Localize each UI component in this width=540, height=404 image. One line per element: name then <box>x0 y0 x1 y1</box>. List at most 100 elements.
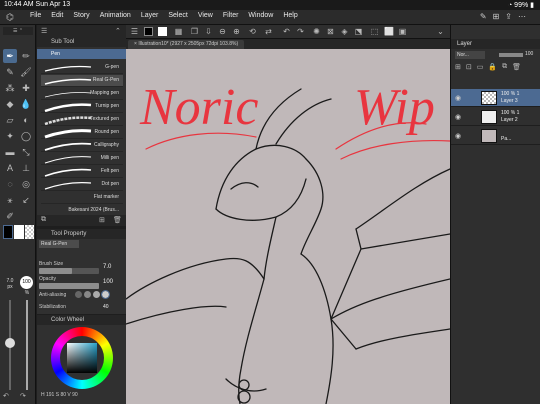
layers-toggle-icon[interactable]: ❐ <box>190 27 199 36</box>
deselect-icon[interactable]: ⬜ <box>384 27 394 36</box>
main-color-chip[interactable] <box>3 225 13 239</box>
airbrush-tool-icon[interactable]: ⁂ <box>3 81 17 95</box>
more-icon[interactable]: ⋯ <box>518 12 532 21</box>
layer-row-3[interactable]: ◉ 100 % 1 Layer 3 <box>451 89 540 107</box>
main-color-swatch[interactable] <box>144 27 153 36</box>
brush-item-flat-marker[interactable]: Flat marker <box>41 192 123 204</box>
visibility-eye-icon[interactable]: ◉ <box>455 132 461 140</box>
redo-icon[interactable]: ↷ <box>296 27 305 36</box>
size-slider-thumb[interactable] <box>5 338 15 348</box>
brush-item-textured-pen[interactable]: Textured pen <box>41 114 123 126</box>
blend-mode-select[interactable]: Nor... <box>455 51 485 59</box>
menu-edit[interactable]: Edit <box>51 12 63 19</box>
pen-tool-icon[interactable]: ✒ <box>3 49 17 63</box>
clip-icon[interactable]: ⧉ <box>502 63 507 71</box>
brush-item-felt-pen[interactable]: Felt pen <box>41 166 123 178</box>
import-icon[interactable]: ⇩ <box>204 27 213 36</box>
flip-icon[interactable]: ⇄ <box>264 27 273 36</box>
operation-tool-icon[interactable]: ✐ <box>3 209 17 223</box>
copy-subtool-icon[interactable]: ⧉ <box>41 216 46 224</box>
eraser-tool-icon[interactable]: ▱ <box>3 113 17 127</box>
grid-icon[interactable]: ⊞ <box>493 12 506 21</box>
ruler-tool-icon[interactable]: ⚹ <box>3 193 17 207</box>
clear-icon[interactable]: ⊠ <box>326 27 335 36</box>
aa-none-option[interactable] <box>75 291 82 298</box>
balloon-tool-icon[interactable]: ◌ <box>3 177 17 191</box>
menu-file[interactable]: File <box>30 12 41 19</box>
lasso-tool-icon[interactable]: ◯ <box>19 129 33 143</box>
menu-window[interactable]: Window <box>248 12 273 19</box>
gradient-tool-icon[interactable]: ▬ <box>3 145 17 159</box>
menu-help[interactable]: Help <box>283 12 297 19</box>
menu-animation[interactable]: Animation <box>100 12 131 19</box>
saturation-value-square[interactable] <box>67 343 97 373</box>
new-folder-icon[interactable]: ▭ <box>477 63 484 71</box>
liquify-tool-icon[interactable]: ◐ <box>19 113 33 127</box>
zoom-out-icon[interactable]: ⊖ <box>218 27 227 36</box>
decoration-tool-icon[interactable]: ✚ <box>19 81 33 95</box>
add-subtool-icon[interactable]: ⊞ <box>99 216 105 224</box>
fill-icon[interactable]: ◈ <box>340 27 349 36</box>
visibility-eye-icon[interactable]: ◉ <box>455 94 461 102</box>
brush-tool-icon[interactable]: 🖌 <box>19 65 33 79</box>
transparent-swatch-icon[interactable]: ▦ <box>174 27 183 36</box>
app-logo-icon[interactable]: ⌬ <box>6 12 20 23</box>
eyedropper-tool-icon[interactable]: ✏ <box>19 49 33 63</box>
opacity-slider[interactable] <box>39 283 99 289</box>
correct-line-tool-icon[interactable]: ↙ <box>19 193 33 207</box>
transparent-color-chip[interactable] <box>25 225 34 239</box>
undo-icon[interactable]: ↶ <box>282 27 291 36</box>
sub-color-chip[interactable] <box>14 225 24 239</box>
brush-item-real-g-pen[interactable]: Real G-Pen <box>41 75 123 87</box>
menu-select[interactable]: Select <box>168 12 187 19</box>
layer-row-2[interactable]: ◉ 100 % 1 Layer 2 <box>451 108 540 126</box>
undo-small-icon[interactable]: ↶ <box>3 392 9 400</box>
brush-item-dot-pen[interactable]: Dot pen <box>41 179 123 191</box>
canvas-tab[interactable]: × Illustration10* (2927 x 2505px 72dpi 1… <box>128 40 245 49</box>
drawing-canvas[interactable]: Noric Wip <box>126 49 450 404</box>
zoom-in-icon[interactable]: ⊕ <box>232 27 241 36</box>
lock-icon[interactable]: 🔒 <box>488 63 497 71</box>
redo-small-icon[interactable]: ↷ <box>20 392 26 400</box>
new-raster-layer-icon[interactable]: ⊞ <box>455 63 461 71</box>
invert-selection-icon[interactable]: ▣ <box>398 27 407 36</box>
text-tool-icon[interactable]: A <box>3 161 17 175</box>
hue-ring[interactable] <box>51 327 113 389</box>
layer-opacity-slider[interactable] <box>499 53 523 57</box>
rotate-icon[interactable]: ⟲ <box>248 27 257 36</box>
marker-tool-icon[interactable]: ✎ <box>3 65 17 79</box>
brush-item-calligraphy[interactable]: Calligraphy <box>41 140 123 152</box>
transform-icon[interactable]: ⬔ <box>354 27 363 36</box>
new-vector-layer-icon[interactable]: ⊡ <box>466 63 472 71</box>
chevron-down-icon[interactable]: ⌄ <box>436 27 445 36</box>
share-icon[interactable]: ⇪ <box>505 12 518 21</box>
menu-story[interactable]: Story <box>73 12 89 19</box>
brush-item-g-pen[interactable]: G-pen <box>41 62 123 74</box>
menu-view[interactable]: View <box>198 12 213 19</box>
aa-weak-option[interactable] <box>84 291 91 298</box>
move-tool-icon[interactable]: ⤡ <box>19 145 33 159</box>
delete-layer-icon[interactable]: 🗑 <box>512 63 521 71</box>
aa-medium-option[interactable] <box>93 291 100 298</box>
delete-subtool-icon[interactable]: 🗑 <box>113 216 122 224</box>
frame-tool-icon[interactable]: ◎ <box>19 177 33 191</box>
auto-select-tool-icon[interactable]: ✦ <box>3 129 17 143</box>
brush-item-mapping-pen[interactable]: Mapping pen <box>41 88 123 100</box>
brush-item-milli-pen[interactable]: Milli pen <box>41 153 123 165</box>
sub-tool-group-tab[interactable]: Pen <box>37 49 126 59</box>
selection-icon[interactable]: ⬚ <box>370 27 379 36</box>
figure-tool-icon[interactable]: ⊥ <box>19 161 33 175</box>
visibility-eye-icon[interactable]: ◉ <box>455 113 461 121</box>
blend-tool-icon[interactable]: 💧 <box>19 97 33 111</box>
fill-tool-icon[interactable]: ◆ <box>3 97 17 111</box>
brush-size-slider[interactable] <box>39 268 99 274</box>
collapse-icon[interactable]: ⌃ <box>115 27 121 35</box>
sub-color-swatch[interactable] <box>158 27 167 36</box>
brush-item-turnip-pen[interactable]: Turnip pen <box>41 101 123 113</box>
menu-layer[interactable]: Layer <box>141 12 159 19</box>
menu-filter[interactable]: Filter <box>223 12 239 19</box>
layer-row-paper[interactable]: ◉ Pa... <box>451 127 540 145</box>
list-icon[interactable]: ☰ <box>41 27 47 35</box>
brush-item-round-pen[interactable]: Round pen <box>41 127 123 139</box>
pen-icon[interactable]: ✎ <box>480 12 493 21</box>
